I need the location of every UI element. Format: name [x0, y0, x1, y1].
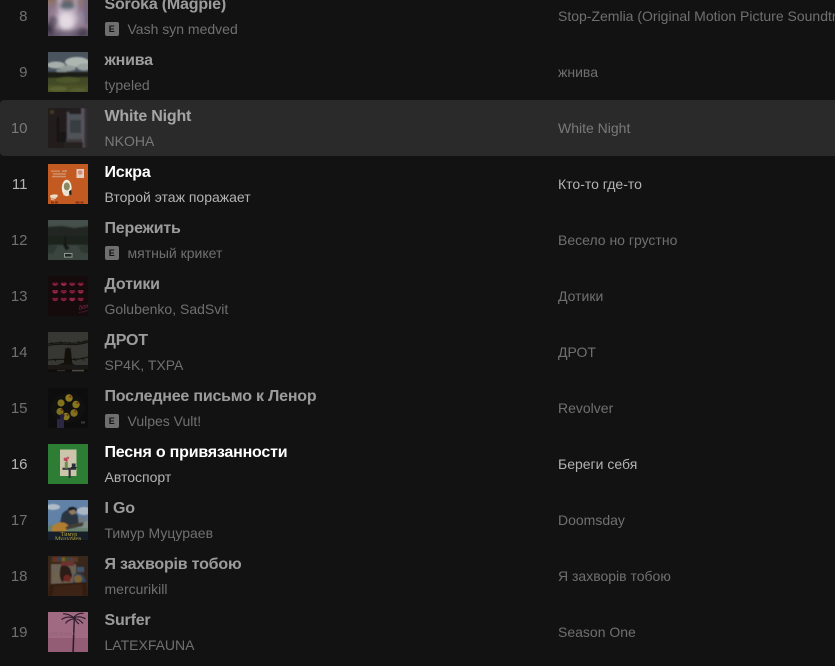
svg-text:Муцураев: Муцураев [55, 536, 81, 541]
svg-text:LATEXFAUNA: LATEXFAUNA [48, 632, 75, 637]
